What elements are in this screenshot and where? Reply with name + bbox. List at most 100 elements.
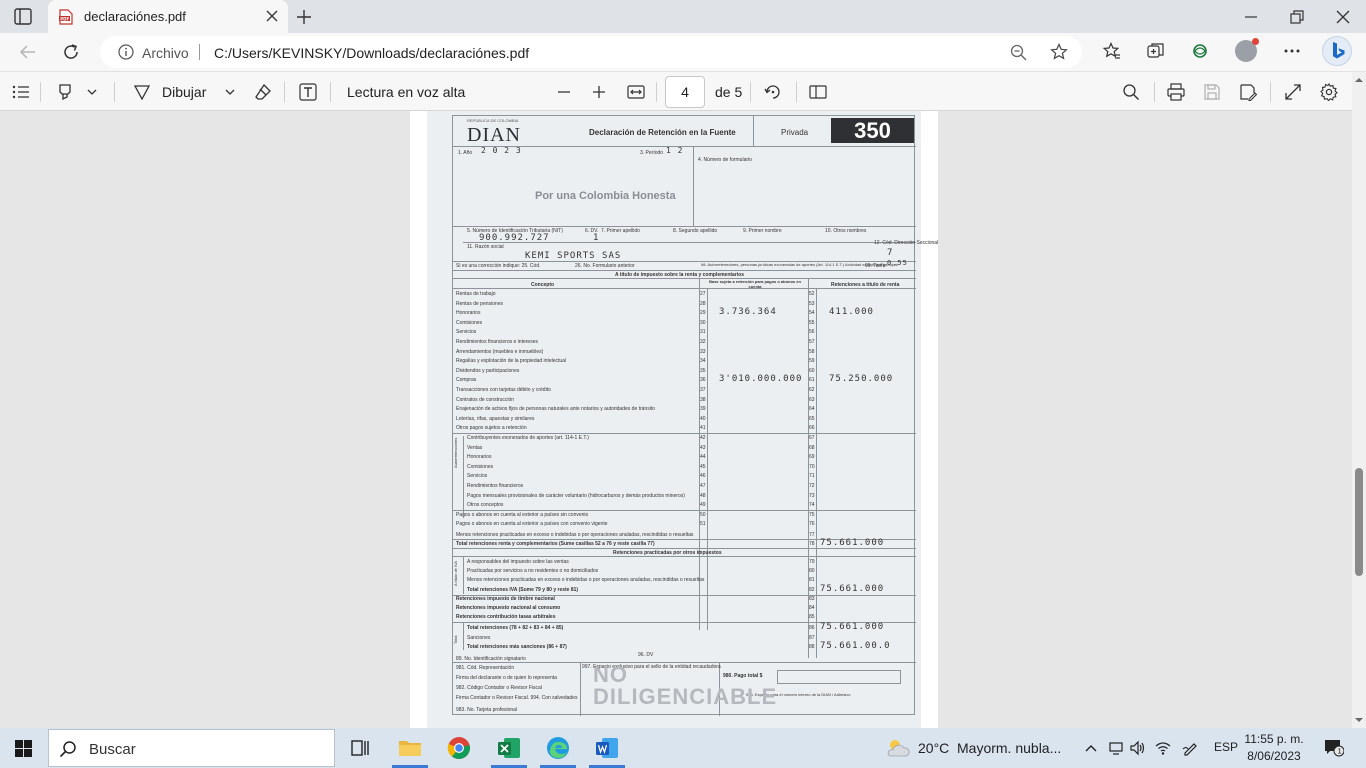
row-concepto: Transacciones con tarjetas débito y créd…	[456, 387, 551, 393]
taskbar: Buscar 20°C Mayorm. nubla... ESP 11:55 p…	[0, 728, 1366, 768]
scroll-up-icon[interactable]	[1355, 76, 1363, 84]
zoom-out-icon[interactable]	[1010, 44, 1027, 61]
cloud-network-icon[interactable]	[1108, 740, 1124, 756]
show-hidden-icons-chevron-up-icon[interactable]	[1083, 740, 1099, 756]
word-icon[interactable]	[595, 736, 619, 760]
row-concepto: Ventas	[467, 444, 483, 451]
rotate-icon[interactable]	[764, 83, 782, 101]
close-tab-icon[interactable]	[266, 10, 278, 22]
row-concepto: Comisiones	[467, 463, 494, 470]
save-as-icon[interactable]	[1239, 83, 1257, 101]
pdf-viewer[interactable]: REPÚBLICA DE COLOMBIA DIAN Declaración d…	[0, 111, 1366, 728]
clock-time: 11:55 p. m.	[1244, 732, 1304, 746]
windows-start-icon[interactable]	[15, 740, 32, 757]
menos-code: 77	[809, 532, 815, 538]
highlight-chevron-down-icon[interactable]	[86, 83, 98, 101]
info-icon[interactable]	[118, 44, 134, 60]
row-concepto: Servicios	[456, 329, 477, 336]
total-renta-label: Total retenciones renta y complementario…	[456, 541, 655, 547]
total-row-code: 87	[809, 634, 815, 641]
iva-label: A título de IVA	[453, 560, 458, 586]
settings-gear-icon[interactable]	[1320, 83, 1338, 101]
row-concepto: Honorarios	[467, 454, 492, 461]
address-separator	[199, 44, 200, 60]
excel-icon[interactable]	[497, 736, 521, 760]
notification-center-icon[interactable]: 1	[1324, 739, 1344, 757]
page-view-icon[interactable]	[809, 83, 827, 101]
row-concepto: Otros pagos sujetos a retención	[456, 425, 527, 432]
new-tab-icon[interactable]	[296, 9, 312, 25]
page-number-input[interactable]: 4	[665, 76, 705, 108]
volume-icon[interactable]	[1130, 740, 1146, 756]
save-icon[interactable]	[1203, 83, 1221, 101]
favorite-star-icon[interactable]	[1050, 43, 1068, 61]
otros-row-label: Retenciones impuesto de timbre nacional	[456, 595, 555, 602]
total-row-label: Total retenciones más sanciones (86 + 87…	[467, 643, 567, 650]
tab-declaraciones[interactable]: PDF declaraciónes.pdf	[48, 0, 288, 33]
anio-label: 1. Año	[458, 150, 473, 156]
omnibox[interactable]: Archivo C:/Users/KEVINSKY/Downloads/decl…	[100, 36, 1082, 68]
file-explorer-icon[interactable]	[398, 736, 422, 760]
highlight-icon[interactable]	[56, 83, 74, 101]
close-window-icon[interactable]	[1335, 9, 1351, 25]
add-text-icon[interactable]	[299, 83, 317, 101]
temperature[interactable]: 20°C	[918, 740, 949, 756]
row-code-b: 65	[809, 415, 815, 422]
row-code-a: 32	[700, 339, 706, 345]
favorites-icon[interactable]	[1103, 42, 1121, 60]
row-concepto: Regalías y explotación de la propiedad i…	[456, 358, 567, 365]
cod-contador-label: 982. Código Contador o Revisor Fiscal	[456, 685, 542, 691]
otros-row-label: Retenciones contribución tasas arbitrale…	[456, 614, 556, 621]
language-indicator[interactable]: ESP	[1214, 740, 1238, 754]
weather-description[interactable]: Mayorm. nubla...	[957, 740, 1061, 756]
restore-icon[interactable]	[1289, 9, 1305, 25]
row-concepto: Otros conceptos	[467, 502, 504, 509]
pen-ink-icon[interactable]	[1182, 740, 1198, 756]
numero-formulario-label: 4. Número de formulario	[698, 157, 752, 163]
fullscreen-icon[interactable]	[1284, 83, 1302, 101]
taskbar-search-box[interactable]: Buscar	[48, 729, 335, 767]
eraser-icon[interactable]	[254, 83, 272, 101]
row-code-a: 45	[700, 463, 706, 470]
url-text[interactable]: C:/Users/KEVINSKY/Downloads/declaracióne…	[214, 45, 529, 61]
minimize-icon[interactable]	[1243, 9, 1259, 25]
extensions-icon[interactable]	[1191, 42, 1209, 60]
draw-label[interactable]: Dibujar	[162, 84, 206, 100]
scroll-down-icon[interactable]	[1355, 716, 1363, 724]
collections-icon[interactable]	[1147, 42, 1165, 60]
weather-partly-cloudy-icon[interactable]	[884, 736, 912, 760]
bing-copilot-button[interactable]	[1322, 36, 1352, 66]
find-search-icon[interactable]	[1122, 83, 1140, 101]
contents-list-icon[interactable]	[12, 83, 30, 101]
scrollbar-thumb[interactable]	[1355, 468, 1363, 576]
zoom-in-plus-icon[interactable]	[590, 83, 608, 101]
back-icon[interactable]	[19, 43, 37, 61]
row-concepto: Contribuyentes exonerados de aportes (ar…	[467, 435, 589, 441]
otros-row-code: 85	[809, 614, 815, 621]
draw-chevron-down-icon[interactable]	[224, 83, 236, 101]
edge-icon[interactable]	[546, 736, 570, 760]
autorretenciones-label: Autorretenciones	[453, 437, 458, 468]
total-row-code: 86	[809, 625, 815, 632]
pdf-toolbar: Dibujar Lectura en voz alta 4 de 5	[0, 71, 1366, 111]
wifi-icon[interactable]	[1155, 740, 1171, 756]
read-aloud-button[interactable]: Lectura en voz alta	[347, 84, 465, 100]
refresh-icon[interactable]	[62, 43, 80, 61]
draw-icon[interactable]	[133, 83, 151, 101]
chrome-icon[interactable]	[447, 736, 471, 760]
profile-avatar[interactable]	[1235, 38, 1259, 62]
otros-nombres-label: 10. Otros nombres	[825, 228, 867, 234]
row-concepto: Enajenación de activos fijos de personas…	[456, 406, 656, 413]
zoom-out-minus-icon[interactable]	[555, 83, 573, 101]
clock[interactable]: 11:55 p. m. 8/06/2023	[1243, 731, 1305, 765]
row-concepto: Dividendos y participaciones	[456, 367, 520, 374]
periodo-label: 3. Período	[640, 150, 664, 156]
vertical-scrollbar[interactable]	[1352, 72, 1366, 728]
fit-to-width-icon[interactable]	[627, 83, 645, 101]
print-icon[interactable]	[1167, 83, 1185, 101]
tab-actions-icon[interactable]	[14, 8, 32, 25]
row-base-value: 3'010.000.000	[719, 374, 803, 385]
tab-strip: PDF declaraciónes.pdf	[0, 0, 1366, 33]
task-view-icon[interactable]	[348, 736, 372, 760]
more-options-icon[interactable]	[1283, 42, 1301, 60]
